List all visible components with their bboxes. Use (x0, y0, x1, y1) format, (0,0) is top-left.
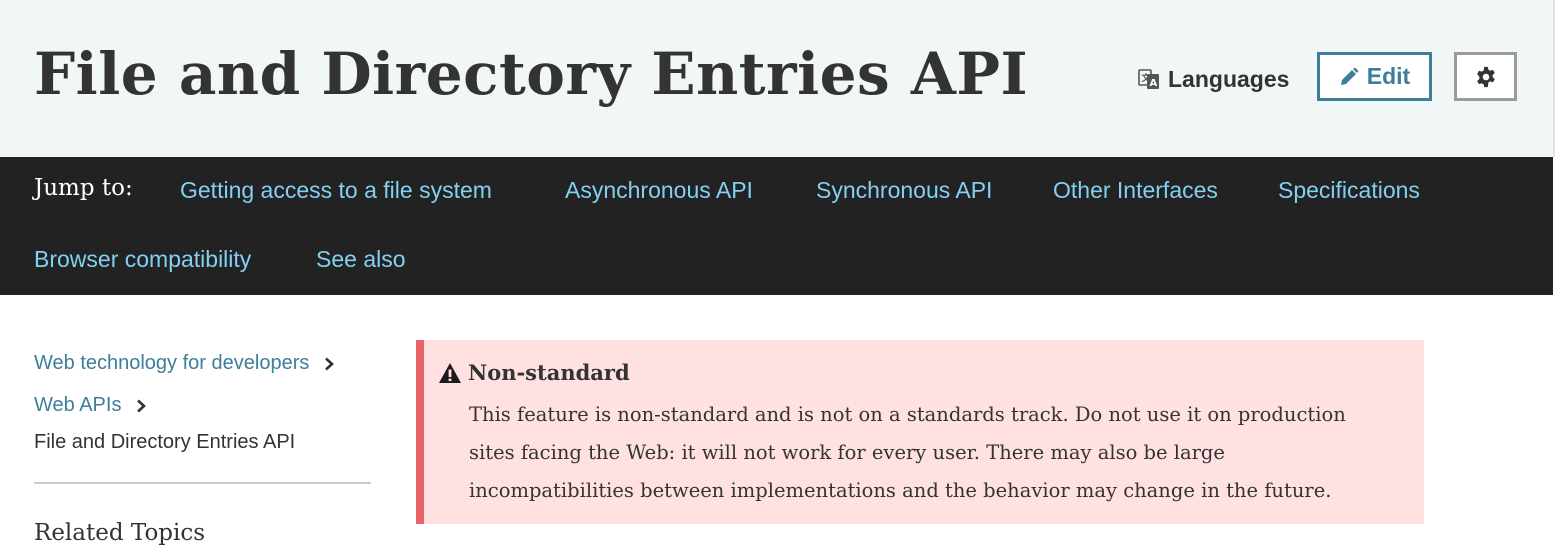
gear-icon (1476, 66, 1495, 87)
jump-link-asynchronous-api[interactable]: Asynchronous API (565, 177, 753, 204)
languages-label: Languages (1168, 65, 1290, 92)
notice-line: incompatibilities between implementation… (469, 479, 1332, 502)
notice-title: Non-standard (468, 360, 630, 385)
page-title: File and Directory Entries API (34, 40, 1029, 108)
breadcrumb-current: File and Directory Entries API (34, 431, 296, 453)
translate-icon: 文 A (1138, 69, 1159, 89)
jump-link-see-also[interactable]: See also (316, 246, 406, 273)
breadcrumb-link-web-technology[interactable]: Web technology for developers (34, 352, 309, 374)
notice-body: This feature is non-standard and is not … (469, 396, 1409, 510)
page-header: File and Directory Entries API 文 A Langu… (0, 0, 1555, 157)
breadcrumb-item: Web technology for developers (34, 352, 335, 375)
edit-label: Edit (1366, 63, 1411, 89)
notice-line: This feature is non-standard and is not … (469, 403, 1346, 426)
settings-button[interactable] (1454, 52, 1517, 101)
breadcrumb-item: Web APIs (34, 394, 147, 417)
edit-button[interactable]: Edit (1317, 52, 1432, 101)
notice-line: sites facing the Web: it will not work f… (469, 441, 1225, 464)
chevron-right-icon (325, 357, 334, 371)
sidebar-divider (34, 482, 371, 484)
languages-button[interactable]: 文 A Languages (1138, 63, 1289, 95)
warning-icon (439, 362, 461, 383)
svg-text:A: A (1150, 78, 1158, 89)
jump-to-bar: Jump to: Getting access to a file system… (0, 157, 1553, 295)
notice-header: Non-standard (438, 360, 630, 385)
pencil-icon (1340, 67, 1359, 85)
non-standard-notice: Non-standard This feature is non-standar… (416, 340, 1424, 524)
related-topics-heading: Related Topics (34, 520, 206, 546)
jump-link-browser-compatibility[interactable]: Browser compatibility (34, 246, 251, 273)
breadcrumb-link-web-apis[interactable]: Web APIs (34, 394, 121, 416)
jump-to-label: Jump to: (34, 175, 133, 201)
chevron-right-icon (137, 399, 146, 413)
jump-link-other-interfaces[interactable]: Other Interfaces (1053, 177, 1218, 204)
jump-link-getting-access[interactable]: Getting access to a file system (180, 177, 492, 204)
jump-link-specifications[interactable]: Specifications (1278, 177, 1420, 204)
jump-link-synchronous-api[interactable]: Synchronous API (816, 177, 992, 204)
